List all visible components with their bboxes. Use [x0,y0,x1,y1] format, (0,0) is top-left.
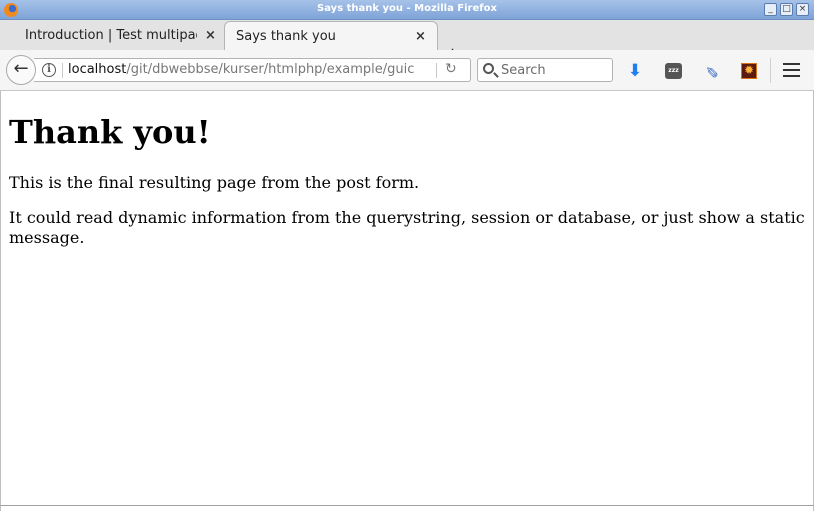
close-window-button[interactable]: × [796,3,809,16]
hamburger-menu-icon[interactable] [783,63,800,77]
close-icon[interactable]: × [415,29,426,44]
url-bar[interactable]: i localhost/git/dbwebbse/kurser/htmlphp/… [34,58,471,82]
tab-says-thank-you[interactable]: Says thank you × [224,21,438,50]
tab-introduction[interactable]: Introduction | Test multipag × [16,21,224,50]
back-arrow-icon: ← [13,58,29,79]
sleep-icon[interactable]: zzz [665,63,682,79]
download-icon[interactable]: ⬇ [626,62,644,80]
close-icon[interactable]: × [205,28,216,43]
window-bottom-border [0,505,814,506]
url-host: localhost [68,62,127,77]
page-content: Thank you! This is the final resulting p… [0,91,814,511]
reload-icon[interactable]: ↻ [445,61,457,77]
maximize-button[interactable]: □ [780,3,793,16]
info-icon[interactable]: i [42,63,56,77]
tab-strip: Introduction | Test multipag × Says than… [0,20,814,65]
paragraph: This is the final resulting page from th… [9,173,420,192]
divider [62,63,63,78]
divider [770,58,771,83]
back-button[interactable]: ← [6,55,36,85]
paragraph: It could read dynamic information from t… [9,208,805,247]
nav-toolbar: i localhost/git/dbwebbse/kurser/htmlphp/… [0,50,814,91]
window-titlebar: Says thank you - Mozilla Firefox _ □ × [0,0,814,20]
window-title: Says thank you - Mozilla Firefox [317,3,497,14]
search-input[interactable] [501,61,606,79]
search-icon [483,63,494,74]
minimize-button[interactable]: _ [764,3,777,16]
divider [436,63,437,78]
eyedropper-icon[interactable]: ✎ [703,62,721,81]
url-path: /git/dbwebbse/kurser/htmlphp/example/gui… [126,62,415,77]
addon-gear-icon[interactable]: ✹ [741,63,757,79]
page-heading: Thank you! [9,113,211,151]
search-bar[interactable] [477,58,613,82]
tab-label: Says thank you [236,29,336,44]
tab-label: Introduction | Test multipag [25,28,197,43]
url-text[interactable]: localhost/git/dbwebbse/kurser/htmlphp/ex… [68,62,436,80]
